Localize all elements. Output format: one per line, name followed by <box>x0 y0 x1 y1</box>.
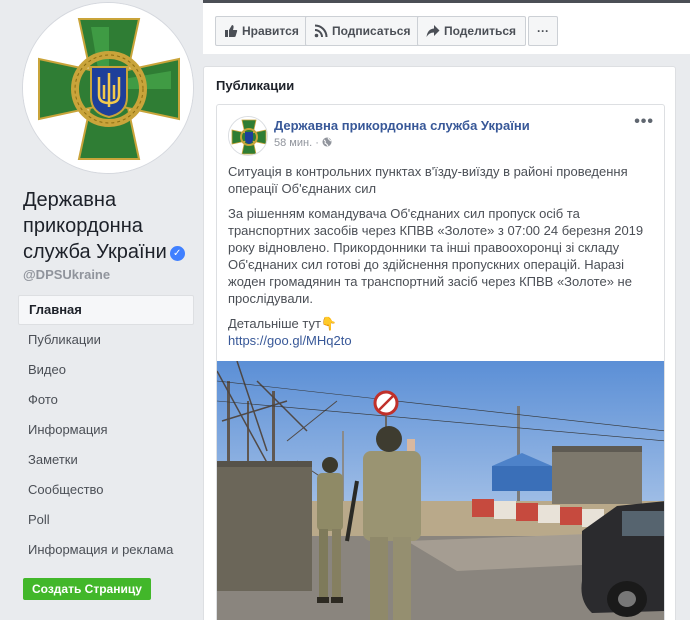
border-guard-emblem-icon <box>229 117 267 155</box>
post-options-button[interactable]: ••• <box>634 114 654 130</box>
share-label: Поделиться <box>444 24 517 38</box>
more-actions-button[interactable]: ··· <box>528 16 558 46</box>
nav-item-notes[interactable]: Заметки <box>18 445 194 475</box>
share-arrow-icon <box>426 25 440 37</box>
post-author-avatar[interactable] <box>228 116 268 156</box>
post-paragraph-1: Ситуація в контрольних пунктах в'їзду-ви… <box>228 164 628 196</box>
nav-item-info-ads[interactable]: Информация и реклама <box>18 535 194 565</box>
rss-feed-icon <box>314 24 328 38</box>
subscribe-label: Подписаться <box>332 24 411 38</box>
thumbs-up-icon <box>225 25 238 37</box>
nav-item-videos[interactable]: Видео <box>18 355 194 385</box>
verified-badge-icon: ✓ <box>169 246 185 261</box>
like-button[interactable]: Нравится <box>215 16 309 46</box>
post: Державна прикордонна служба України 58 м… <box>216 104 665 620</box>
subscribe-button[interactable]: Подписаться <box>305 16 421 46</box>
nav-item-community[interactable]: Сообщество <box>18 475 194 505</box>
like-label: Нравится <box>242 24 299 38</box>
post-meta: 58 мин. · <box>274 137 332 149</box>
globe-icon <box>322 137 332 147</box>
nav-item-poll[interactable]: Poll <box>18 505 194 535</box>
share-button[interactable]: Поделиться <box>417 16 527 46</box>
post-link[interactable]: https://goo.gl/MHq2to <box>228 333 352 348</box>
page-actions-bar: Нравится Подписаться Поделиться ··· <box>203 0 690 54</box>
publications-card: Публикации Державна прикордонна служба У… <box>203 66 676 620</box>
page-handle[interactable]: @DPSUkraine <box>23 267 110 282</box>
nav-item-home[interactable]: Главная <box>18 295 194 325</box>
post-photo[interactable] <box>217 361 664 620</box>
publications-title: Публикации <box>216 78 295 93</box>
create-page-button[interactable]: Создать Страницу <box>23 578 151 600</box>
page-avatar[interactable] <box>22 2 194 174</box>
nav-item-posts[interactable]: Публикации <box>18 325 194 355</box>
post-body: Ситуація в контрольних пунктах в'їзду-ви… <box>228 163 653 349</box>
nav-item-about[interactable]: Информация <box>18 415 194 445</box>
post-time[interactable]: 58 мин. <box>274 137 312 149</box>
left-column: Державна прикордонна служба України ✓ @DP… <box>0 0 200 620</box>
page-title-text: Державна прикордонна служба України <box>23 189 167 263</box>
post-paragraph-2: За рішенням командувача Об'єднаних сил п… <box>228 206 644 306</box>
page-nav: Главная Публикации Видео Фото Информация… <box>18 295 194 565</box>
border-guard-emblem-icon <box>23 3 193 173</box>
page-title[interactable]: Державна прикордонна служба України ✓ <box>23 187 193 265</box>
nav-item-photos[interactable]: Фото <box>18 385 194 415</box>
post-details: Детальніше тут👇 <box>228 316 338 331</box>
checkpoint-photo-image <box>217 361 664 620</box>
post-author-link[interactable]: Державна прикордонна служба України <box>274 118 530 133</box>
more-icon: ··· <box>537 24 549 38</box>
